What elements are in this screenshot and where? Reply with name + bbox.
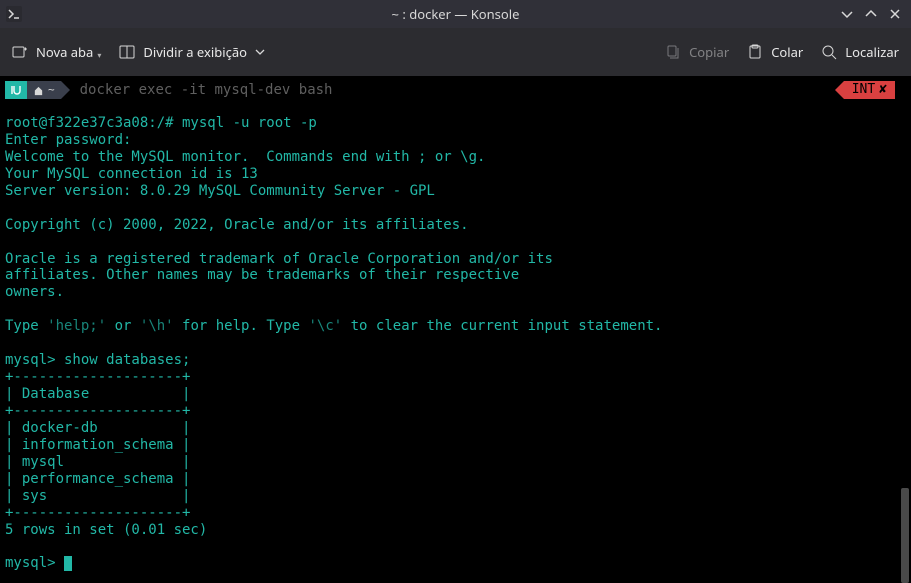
paste-label: Colar [771, 43, 803, 61]
paste-button[interactable]: Colar [747, 43, 803, 61]
split-view-button[interactable]: Dividir a exibição [119, 43, 265, 61]
copy-label: Copiar [689, 43, 729, 61]
copy-icon [665, 44, 681, 60]
chevron-down-icon [255, 47, 265, 57]
toolbar: Nova aba ▾ Dividir a exibição Copiar Col… [0, 28, 911, 76]
path-segment: ~ [27, 81, 61, 99]
new-tab-button[interactable]: Nova aba ▾ [12, 43, 101, 61]
terminal-area[interactable]: ~ docker exec -it mysql-dev bash INT ✘ r… [0, 76, 911, 583]
badge-arrow [835, 81, 844, 99]
path-text: ~ [48, 83, 55, 96]
exit-status-badge: INT ✘ [844, 81, 895, 99]
distro-segment [5, 81, 27, 99]
window-title: ~ : docker — Konsole [392, 5, 520, 23]
terminal-output: root@f322e37c3a08:/# mysql -u root -p En… [5, 115, 911, 572]
find-label: Localizar [845, 43, 899, 61]
split-icon [119, 44, 135, 60]
window-titlebar: ~ : docker — Konsole [0, 0, 911, 28]
copy-button: Copiar [665, 43, 729, 61]
close-button[interactable] [889, 8, 901, 20]
chevron-down-icon: ▾ [97, 50, 101, 61]
new-tab-label: Nova aba [36, 43, 93, 61]
error-x-icon: ✘ [879, 82, 887, 98]
paste-icon [747, 44, 763, 60]
split-label: Dividir a exibição [143, 43, 247, 61]
prompt-line: ~ docker exec -it mysql-dev bash INT ✘ [5, 81, 911, 99]
konsole-app-icon [6, 6, 22, 22]
home-icon [33, 85, 44, 96]
minimize-button[interactable] [841, 8, 853, 20]
badge-text: INT [852, 82, 875, 98]
find-button[interactable]: Localizar [821, 43, 899, 61]
cursor [64, 556, 72, 571]
segment-arrow [61, 81, 70, 99]
scrollbar-thumb[interactable] [901, 488, 909, 583]
maximize-button[interactable] [865, 8, 877, 20]
search-icon [821, 44, 837, 60]
new-tab-icon [12, 44, 28, 60]
command-text: docker exec -it mysql-dev bash [80, 82, 333, 99]
